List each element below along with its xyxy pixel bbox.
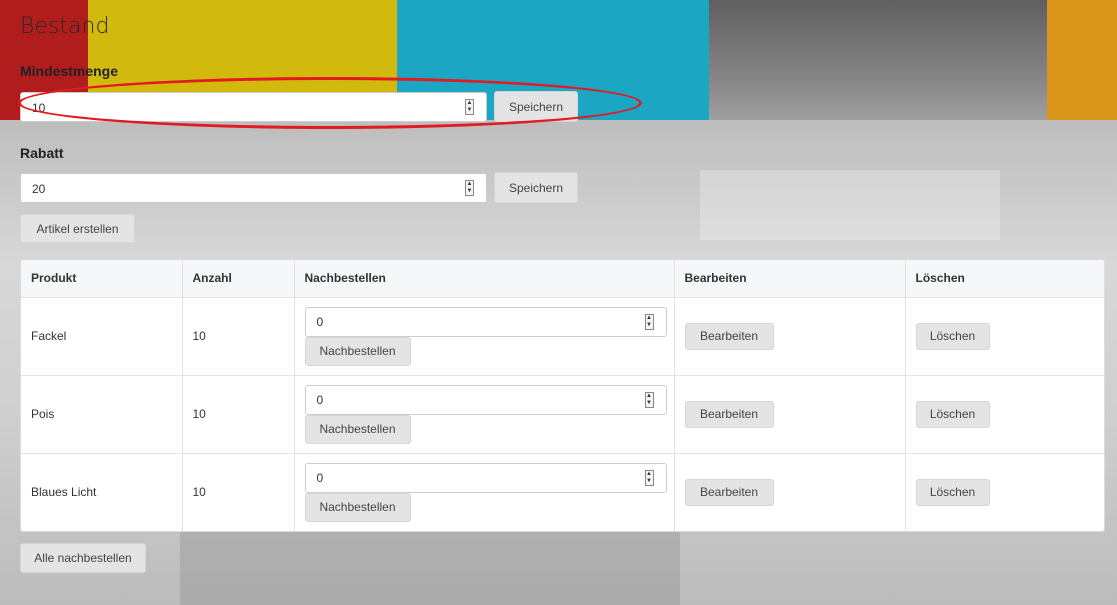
header-produkt: Produkt [21,260,183,298]
reorder-all-button[interactable]: Alle nachbestellen [20,543,146,573]
reorder-button[interactable]: Nachbestellen [304,336,411,366]
product-count: 10 [182,375,295,454]
reorder-quantity-field[interactable]: ▲▼ [304,306,667,337]
rabatt-spinner[interactable]: ▲ ▼ [465,180,474,196]
rabatt-save-button[interactable]: Speichern [494,172,578,203]
mindestmenge-field[interactable]: ▲▼ [20,92,487,122]
product-count: 10 [182,453,295,531]
reorder-spinner[interactable]: ▲ ▼ [644,391,654,408]
spin-up-icon[interactable]: ▲ [646,471,653,478]
reorder-cell: ▲▼ Nachbestellen [294,297,675,376]
reorder-button[interactable]: Nachbestellen [304,414,411,444]
reorder-quantity-field[interactable]: ▲▼ [304,462,667,493]
mindestmenge-spinner[interactable]: ▲ ▼ [465,99,474,115]
spin-down-icon[interactable]: ▼ [466,107,473,114]
edit-cell: Bearbeiten [674,375,906,454]
table-row: Pois 10 ▲▼ Nachbestellen Bearbeiten Lösc… [21,375,1104,454]
reorder-button[interactable]: Nachbestellen [304,492,411,522]
edit-button[interactable]: Bearbeiten [684,400,774,428]
edit-button[interactable]: Bearbeiten [684,322,774,350]
delete-button[interactable]: Löschen [915,400,990,428]
delete-cell: Löschen [905,453,1104,531]
reorder-cell: ▲▼ Nachbestellen [294,375,675,454]
mindestmenge-label: Mindestmenge [20,63,119,79]
mindestmenge-save-button[interactable]: Speichern [494,91,578,122]
delete-button[interactable]: Löschen [915,478,990,506]
rabatt-input[interactable] [32,181,404,196]
header-bearbeiten: Bearbeiten [674,260,906,298]
edit-button[interactable]: Bearbeiten [684,478,774,506]
delete-cell: Löschen [905,375,1104,454]
table-header-row: Produkt Anzahl Nachbestellen Bearbeiten … [21,260,1104,298]
rabatt-field[interactable]: ▲▼ [20,173,487,203]
rabatt-label: Rabatt [20,145,64,161]
delete-button[interactable]: Löschen [915,322,990,350]
reorder-spinner[interactable]: ▲ ▼ [644,313,654,330]
spin-up-icon[interactable]: ▲ [466,181,473,188]
create-article-button[interactable]: Artikel erstellen [20,214,135,243]
spin-down-icon[interactable]: ▼ [646,322,653,329]
reorder-quantity-input[interactable] [316,470,605,486]
product-count: 10 [182,297,295,376]
product-name: Blaues Licht [21,453,183,531]
inventory-table: Produkt Anzahl Nachbestellen Bearbeiten … [20,259,1105,532]
page-title: Bestand [20,14,110,39]
product-name: Fackel [21,297,183,376]
table-row: Fackel 10 ▲▼ Nachbestellen Bearbeiten Lö… [21,297,1104,376]
spin-down-icon[interactable]: ▼ [466,188,473,195]
spin-up-icon[interactable]: ▲ [646,315,653,322]
spin-up-icon[interactable]: ▲ [466,100,473,107]
reorder-cell: ▲▼ Nachbestellen [294,453,675,531]
reorder-quantity-input[interactable] [316,314,605,330]
header-nachbestellen: Nachbestellen [294,260,675,298]
reorder-quantity-field[interactable]: ▲▼ [304,384,667,415]
header-loeschen: Löschen [905,260,1104,298]
reorder-quantity-input[interactable] [316,392,605,408]
table-row: Blaues Licht 10 ▲▼ Nachbestellen Bearbei… [21,453,1104,531]
header-anzahl: Anzahl [182,260,295,298]
edit-cell: Bearbeiten [674,297,906,376]
spin-down-icon[interactable]: ▼ [646,478,653,485]
mindestmenge-input[interactable] [32,100,404,115]
delete-cell: Löschen [905,297,1104,376]
product-name: Pois [21,375,183,454]
edit-cell: Bearbeiten [674,453,906,531]
spin-down-icon[interactable]: ▼ [646,400,653,407]
spin-up-icon[interactable]: ▲ [646,393,653,400]
reorder-spinner[interactable]: ▲ ▼ [644,469,654,486]
